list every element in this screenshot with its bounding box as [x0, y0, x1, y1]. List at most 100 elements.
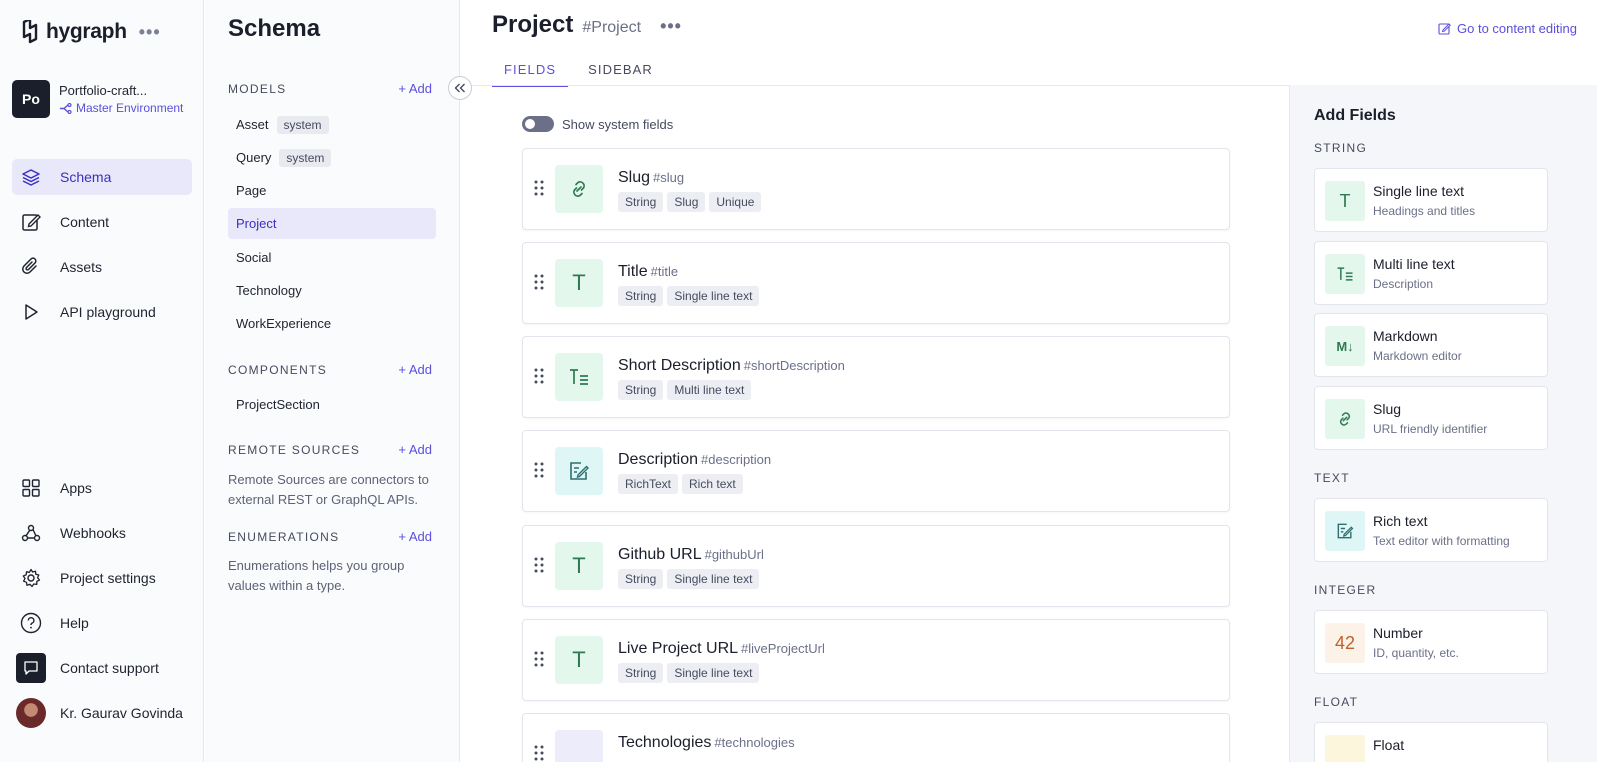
toggle-switch[interactable]: [522, 116, 554, 132]
add-remote-source-button[interactable]: + Add: [398, 442, 432, 457]
nav-item-apps[interactable]: Apps: [12, 470, 192, 506]
nav-item-api-playground[interactable]: API playground: [12, 294, 192, 330]
add-field-rich-text[interactable]: Rich text Text editor with formatting: [1314, 498, 1548, 562]
gear-icon: [20, 567, 42, 589]
nav-label: Schema: [60, 169, 112, 185]
model-item-social[interactable]: Social: [228, 242, 436, 273]
brand-menu-button[interactable]: •••: [139, 22, 161, 43]
card-title: Number: [1373, 625, 1423, 641]
nav-item-assets[interactable]: Assets: [12, 249, 192, 285]
card-title: Slug: [1373, 401, 1402, 417]
remote-sources-header: REMOTE SOURCES + Add: [228, 442, 432, 457]
model-title: Project: [492, 11, 574, 38]
field-tag: Rich text: [682, 474, 743, 494]
model-editor: Project #Project ••• Go to content editi…: [461, 0, 1597, 762]
field-row-description[interactable]: Description #description RichText Rich te…: [522, 430, 1230, 512]
add-component-button[interactable]: + Add: [398, 362, 432, 377]
model-item-technology[interactable]: Technology: [228, 275, 436, 306]
field-tag: Single line text: [667, 286, 760, 306]
toggle-label: Show system fields: [562, 116, 674, 132]
user-profile[interactable]: Kr. Gaurav Govinda: [12, 695, 192, 731]
collapse-panel-button[interactable]: [448, 76, 472, 100]
single-line-text-icon: T: [555, 636, 603, 684]
field-row-technologies[interactable]: Technologies #technologies: [522, 713, 1230, 762]
field-row-github-url[interactable]: T Github URL #githubUrl String Single lin…: [522, 525, 1230, 607]
model-item-project[interactable]: Project: [228, 208, 436, 239]
field-row-short-description[interactable]: Short Description #shortDescription Strin…: [522, 336, 1230, 418]
field-api-id: #githubUrl: [704, 547, 764, 562]
richtext-icon: [555, 447, 603, 495]
add-fields-panel: Add Fields STRING T Single line text Hea…: [1289, 85, 1597, 762]
environment-link[interactable]: Master Environment: [59, 101, 183, 115]
add-field-markdown[interactable]: M↓ Markdown Markdown editor: [1314, 313, 1548, 377]
category-string: STRING: [1314, 141, 1368, 155]
tab-sidebar[interactable]: SIDEBAR: [576, 60, 665, 87]
field-tag: String: [618, 380, 664, 400]
chat-icon: [16, 653, 46, 683]
component-item-projectsection[interactable]: ProjectSection: [228, 389, 436, 420]
project-switcher[interactable]: Po Portfolio-craft... Master Environment: [12, 80, 183, 118]
model-item-page[interactable]: Page: [228, 175, 436, 206]
nav-item-help[interactable]: Help: [12, 605, 192, 641]
nav-item-schema[interactable]: Schema: [12, 159, 192, 195]
field-tag: Unique: [709, 192, 762, 212]
model-item-asset[interactable]: Asset system: [228, 109, 436, 140]
field-name: Technologies: [618, 734, 712, 751]
remote-sources-description: Remote Sources are connectors to externa…: [228, 472, 429, 507]
drag-handle-icon[interactable]: [534, 651, 544, 667]
richtext-icon: [1325, 511, 1365, 551]
nav-item-contact-support[interactable]: Contact support: [12, 650, 192, 686]
paperclip-icon: [20, 256, 42, 278]
schema-panel: Schema MODELS + Add Asset system Query sys…: [205, 0, 460, 762]
field-tag: Multi line text: [667, 380, 752, 400]
nav-label: Project settings: [60, 570, 156, 586]
system-badge: system: [279, 148, 332, 167]
model-item-workexperience[interactable]: WorkExperience: [228, 308, 436, 339]
model-api-id: #Project: [582, 19, 642, 36]
nav-item-webhooks[interactable]: Webhooks: [12, 515, 192, 551]
nav-label: Assets: [60, 259, 103, 275]
field-tag: String: [618, 286, 664, 306]
remote-sources-heading: REMOTE SOURCES: [228, 442, 361, 457]
add-enumeration-button[interactable]: + Add: [398, 529, 432, 544]
drag-handle-icon[interactable]: [534, 557, 544, 573]
drag-handle-icon[interactable]: [534, 180, 544, 196]
go-to-content-editing-link[interactable]: Go to content editing: [1438, 21, 1577, 36]
add-field-multi-line-text[interactable]: Multi line text Description: [1314, 241, 1548, 305]
drag-handle-icon[interactable]: [534, 462, 544, 478]
field-name: Title: [618, 263, 648, 280]
field-row-live-project-url[interactable]: T Live Project URL #liveProjectUrl String…: [522, 619, 1230, 701]
avatar: [16, 698, 46, 728]
drag-handle-icon[interactable]: [534, 745, 544, 761]
add-field-single-line-text[interactable]: T Single line text Headings and titles: [1314, 168, 1548, 232]
play-icon: [20, 301, 42, 323]
field-name: Slug: [618, 169, 651, 186]
markdown-icon: M↓: [1325, 326, 1365, 366]
nav-item-project-settings[interactable]: Project settings: [12, 560, 192, 596]
hygraph-logo[interactable]: hygraph •••: [20, 20, 161, 44]
add-model-button[interactable]: + Add: [398, 81, 432, 96]
model-item-query[interactable]: Query system: [228, 142, 436, 173]
project-avatar: Po: [12, 80, 50, 118]
layers-icon: [20, 166, 42, 188]
field-row-slug[interactable]: Slug #slug String Slug Unique: [522, 148, 1230, 230]
schema-title: Schema: [228, 15, 321, 42]
nav-item-content[interactable]: Content: [12, 204, 192, 240]
drag-handle-icon[interactable]: [534, 368, 544, 384]
webhook-icon: [20, 522, 42, 544]
nav-label: Content: [60, 214, 110, 230]
add-field-float[interactable]: Float: [1314, 722, 1548, 762]
primary-nav: hygraph ••• Po Portfolio-craft... Master…: [0, 0, 204, 762]
drag-handle-icon[interactable]: [534, 274, 544, 290]
single-line-text-icon: T: [555, 542, 603, 590]
add-field-number[interactable]: 42 Number ID, quantity, etc.: [1314, 610, 1548, 674]
reference-icon: [555, 730, 603, 762]
model-more-button[interactable]: •••: [660, 16, 682, 37]
page-title: Project #Project •••: [492, 11, 682, 39]
field-row-title[interactable]: T Title #title String Single line text: [522, 242, 1230, 324]
models-header: MODELS + Add: [228, 81, 432, 96]
add-field-slug[interactable]: Slug URL friendly identifier: [1314, 386, 1548, 450]
tab-fields[interactable]: FIELDS: [492, 60, 569, 87]
show-system-fields-toggle[interactable]: Show system fields: [522, 116, 673, 132]
branch-icon: [60, 102, 72, 114]
